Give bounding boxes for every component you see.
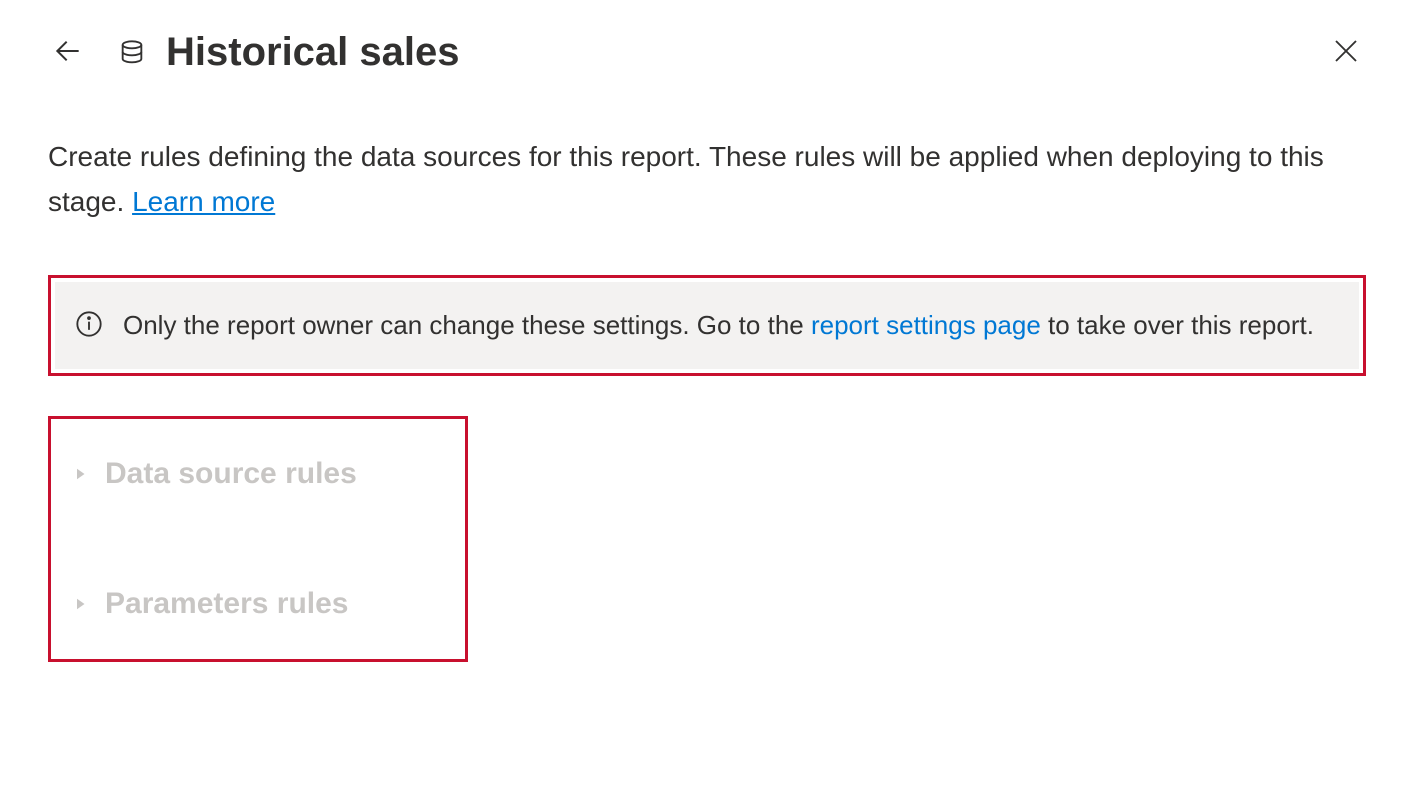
page-title: Historical sales: [166, 30, 460, 75]
rule-label: Parameters rules: [105, 587, 349, 621]
info-banner-inner: Only the report owner can change these s…: [55, 282, 1359, 369]
info-icon: [75, 310, 103, 343]
info-banner: Only the report owner can change these s…: [48, 275, 1366, 376]
title-group: Historical sales: [118, 30, 460, 75]
info-text-after: to take over this report.: [1048, 310, 1314, 340]
database-icon: [118, 38, 146, 68]
rule-parameters[interactable]: Parameters rules: [71, 569, 445, 639]
arrow-left-icon: [52, 35, 84, 70]
close-icon: [1331, 36, 1361, 69]
caret-right-icon: [71, 465, 89, 483]
rules-group: Data source rules Parameters rules: [48, 416, 468, 662]
back-button[interactable]: [48, 33, 88, 73]
report-settings-link[interactable]: report settings page: [811, 310, 1041, 340]
learn-more-link[interactable]: Learn more: [132, 186, 275, 217]
info-banner-text: Only the report owner can change these s…: [123, 306, 1314, 345]
description-text: Create rules defining the data sources f…: [48, 135, 1366, 225]
header-left: Historical sales: [48, 30, 460, 75]
page-header: Historical sales: [48, 30, 1366, 75]
info-text-before: Only the report owner can change these s…: [123, 310, 811, 340]
rule-data-source[interactable]: Data source rules: [71, 439, 445, 509]
rule-label: Data source rules: [105, 457, 357, 491]
close-button[interactable]: [1326, 33, 1366, 73]
caret-right-icon: [71, 595, 89, 613]
